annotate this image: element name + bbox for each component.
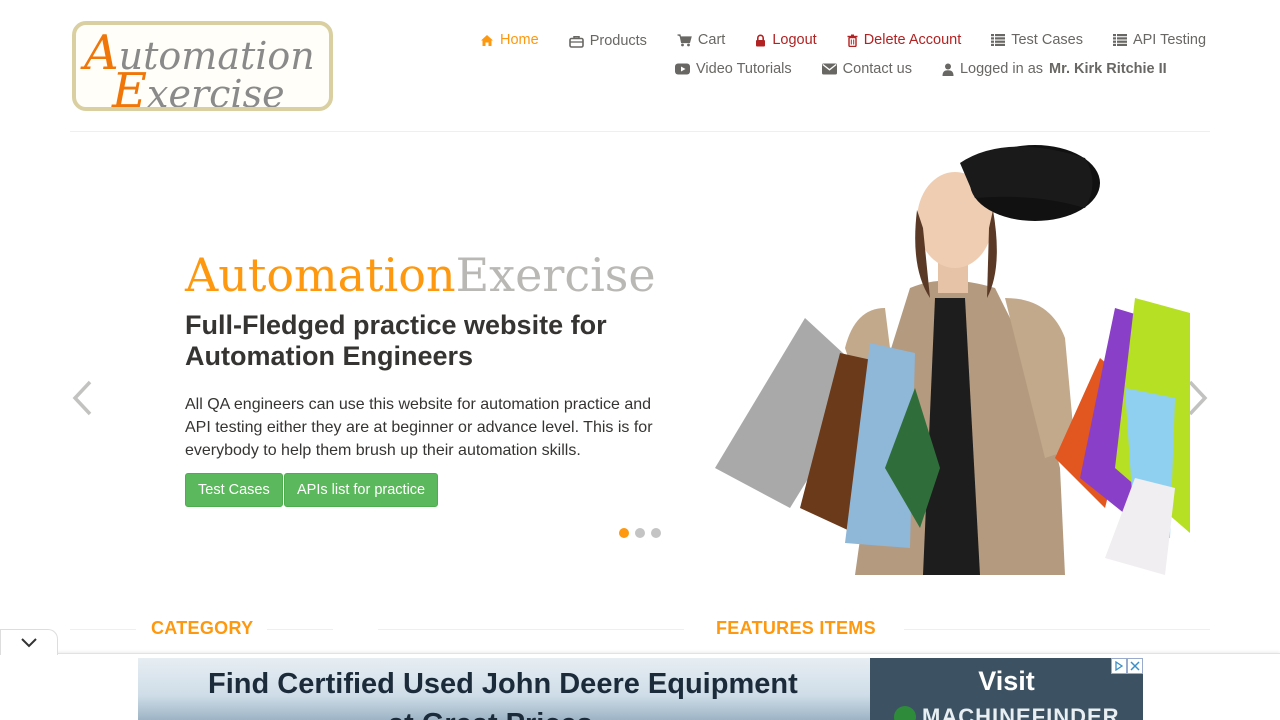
- ad-choices[interactable]: [1111, 658, 1143, 674]
- ad-image: Find Certified Used John Deere Equipment…: [138, 658, 870, 720]
- apis-list-button[interactable]: APIs list for practice: [284, 473, 439, 507]
- logged-in-status: Logged in as Mr. Kirk Ritchie II: [942, 61, 1167, 77]
- advertisement-banner[interactable]: Find Certified Used John Deere Equipment…: [138, 658, 1143, 720]
- category-line-right: [267, 629, 333, 630]
- list-icon: [991, 34, 1006, 46]
- cart-icon: [677, 33, 692, 46]
- ad-close-icon[interactable]: [1127, 658, 1143, 674]
- nav-contact-us[interactable]: Contact us: [821, 61, 912, 77]
- features-items-heading: FEATURES ITEMS: [716, 618, 876, 638]
- ad-info-icon[interactable]: [1111, 658, 1127, 674]
- hero-title: Full-Fledged practice website for Automa…: [185, 310, 607, 371]
- ad-cta[interactable]: Visit MACHINEFINDER: [870, 658, 1143, 720]
- hero-brand-part2: Exercise: [455, 248, 656, 302]
- nav-cart[interactable]: Cart: [677, 32, 725, 48]
- features-line-left: [378, 629, 684, 630]
- nav-delete-account-label: Delete Account: [863, 32, 962, 48]
- trash-icon: [847, 34, 858, 47]
- hero-description: All QA engineers can use this website fo…: [185, 396, 653, 459]
- nav-cart-label: Cart: [697, 32, 726, 48]
- envelope-icon: [821, 63, 837, 75]
- briefcase-icon: [568, 35, 584, 48]
- hero-image-woman-with-bags: [715, 145, 1190, 575]
- header-divider: [70, 131, 1210, 132]
- nav-delete-account[interactable]: Delete Account: [847, 32, 962, 48]
- chevron-left-icon: [72, 380, 92, 416]
- test-cases-button[interactable]: Test Cases: [185, 473, 283, 507]
- nav-test-cases[interactable]: Test Cases: [991, 32, 1083, 48]
- nav-contact-us-label: Contact us: [842, 61, 912, 77]
- slider-indicators: [619, 528, 661, 538]
- features-line-right: [904, 629, 1210, 630]
- nav-api-testing-label: API Testing: [1132, 32, 1207, 48]
- main-nav-row-2: Video Tutorials Contact us Logged in as …: [675, 61, 1167, 77]
- ad-visit-label: Visit: [978, 666, 1035, 696]
- ad-subline: at Great Prices: [388, 708, 593, 720]
- hero-brand-part1: Automation: [185, 248, 456, 302]
- nav-products-label: Products: [589, 33, 647, 49]
- logo-text: xercise: [147, 72, 285, 111]
- category-line-left: [70, 629, 136, 630]
- ad-collapse-toggle[interactable]: [0, 629, 58, 655]
- slider-dot-2[interactable]: [635, 528, 645, 538]
- category-heading: CATEGORY: [151, 618, 254, 638]
- nav-video-tutorials-label: Video Tutorials: [696, 61, 792, 77]
- site-logo[interactable]: Automation Exercise: [72, 21, 333, 111]
- nav-api-testing[interactable]: API Testing: [1112, 32, 1207, 48]
- logo-letter: E: [112, 63, 148, 111]
- user-icon: [942, 63, 954, 76]
- ad-brand-name: MACHINEFINDER: [922, 704, 1120, 720]
- slider-dot-3[interactable]: [651, 528, 661, 538]
- logo-line-2: Exercise: [112, 63, 285, 111]
- home-icon: [481, 34, 493, 46]
- youtube-play-icon: [675, 63, 690, 75]
- main-nav: Home Products Cart Logout Delete Account…: [480, 31, 1206, 49]
- lock-icon: [756, 34, 766, 46]
- nav-logout-label: Logout: [772, 32, 817, 48]
- nav-home-label: Home: [500, 32, 539, 48]
- slider-dot-1[interactable]: [619, 528, 629, 538]
- nav-video-tutorials[interactable]: Video Tutorials: [675, 61, 792, 77]
- hero-brand-title: AutomationExercise: [185, 248, 656, 302]
- user-name: Mr. Kirk Ritchie II: [1049, 61, 1167, 77]
- machinefinder-logo-icon: [894, 706, 916, 720]
- logged-in-label: Logged in as: [959, 61, 1044, 77]
- nav-test-cases-label: Test Cases: [1011, 32, 1083, 48]
- nav-logout[interactable]: Logout: [755, 32, 817, 48]
- ad-headline: Find Certified Used John Deere Equipment: [208, 668, 798, 700]
- nav-home[interactable]: Home: [480, 32, 539, 48]
- slider-prev-arrow[interactable]: [70, 378, 94, 423]
- chevron-down-icon: [21, 637, 37, 647]
- list-icon: [1112, 34, 1127, 46]
- nav-products[interactable]: Products: [568, 33, 647, 49]
